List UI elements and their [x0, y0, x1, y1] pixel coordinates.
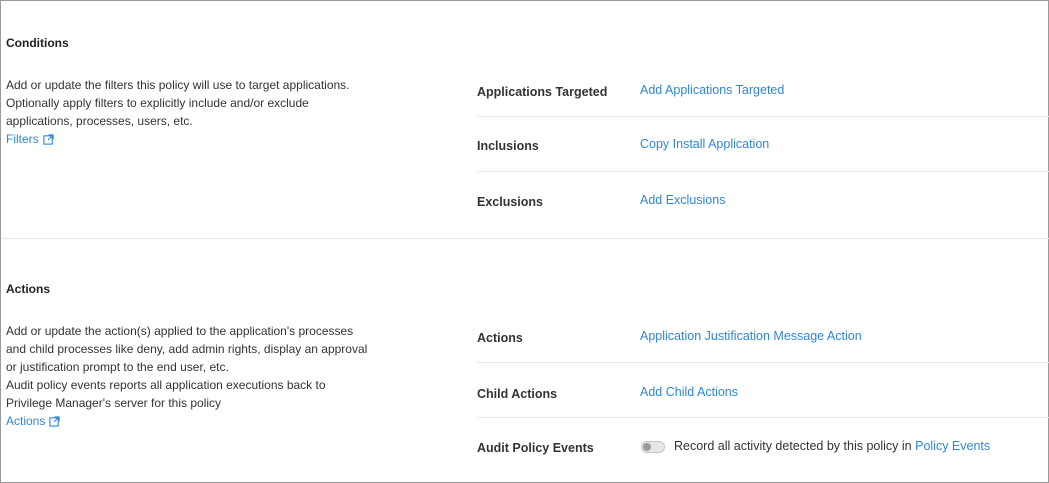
- add-child-actions-link[interactable]: Add Child Actions: [640, 385, 738, 399]
- copy-install-application-link[interactable]: Copy Install Application: [640, 137, 769, 151]
- actions-link-label: Actions: [6, 414, 46, 428]
- policy-panel: Conditions Add or update the filters thi…: [0, 0, 1049, 483]
- row-divider: [477, 116, 1049, 117]
- filters-link[interactable]: Filters: [6, 130, 54, 148]
- audit-policy-events-description: Record all activity detected by this pol…: [674, 439, 990, 453]
- row-divider: [477, 171, 1049, 172]
- actions-row-label: Actions: [477, 331, 523, 345]
- section-divider: [2, 238, 1049, 239]
- audit-text-prefix: Record all activity detected by this pol…: [674, 439, 912, 453]
- conditions-description-line: Optionally apply filters to explicitly i…: [6, 96, 309, 110]
- actions-description-line: Privilege Manager's server for this poli…: [6, 396, 222, 410]
- add-applications-targeted-link[interactable]: Add Applications Targeted: [640, 83, 784, 97]
- conditions-title: Conditions: [6, 36, 69, 50]
- conditions-description-line: Add or update the filters this policy wi…: [6, 78, 350, 92]
- audit-policy-events-label: Audit Policy Events: [477, 441, 594, 455]
- actions-link[interactable]: Actions: [6, 412, 60, 430]
- actions-description-line: Add or update the action(s) applied to t…: [6, 324, 354, 338]
- actions-title: Actions: [6, 282, 51, 296]
- external-link-icon: [49, 415, 60, 427]
- conditions-description: Add or update the filters this policy wi…: [6, 76, 406, 148]
- row-divider: [477, 362, 1049, 363]
- exclusions-label: Exclusions: [477, 195, 543, 209]
- toggle-knob: [643, 443, 651, 451]
- policy-events-link[interactable]: Policy Events: [915, 439, 990, 453]
- audit-policy-events-toggle[interactable]: [641, 441, 665, 453]
- child-actions-label: Child Actions: [477, 387, 558, 401]
- filters-link-label: Filters: [6, 132, 39, 146]
- inclusions-label: Inclusions: [477, 139, 539, 153]
- external-link-icon: [43, 133, 54, 145]
- actions-description: Add or update the action(s) applied to t…: [6, 322, 406, 430]
- add-exclusions-link[interactable]: Add Exclusions: [640, 193, 725, 207]
- actions-description-line: and child processes like deny, add admin…: [6, 342, 368, 356]
- row-divider: [477, 417, 1049, 418]
- conditions-description-line: applications, processes, users, etc.: [6, 114, 193, 128]
- actions-description-line: Audit policy events reports all applicat…: [6, 378, 326, 392]
- actions-description-line: or justification prompt to the end user,…: [6, 360, 229, 374]
- application-justification-message-action-link[interactable]: Application Justification Message Action: [640, 329, 862, 343]
- applications-targeted-label: Applications Targeted: [477, 85, 608, 99]
